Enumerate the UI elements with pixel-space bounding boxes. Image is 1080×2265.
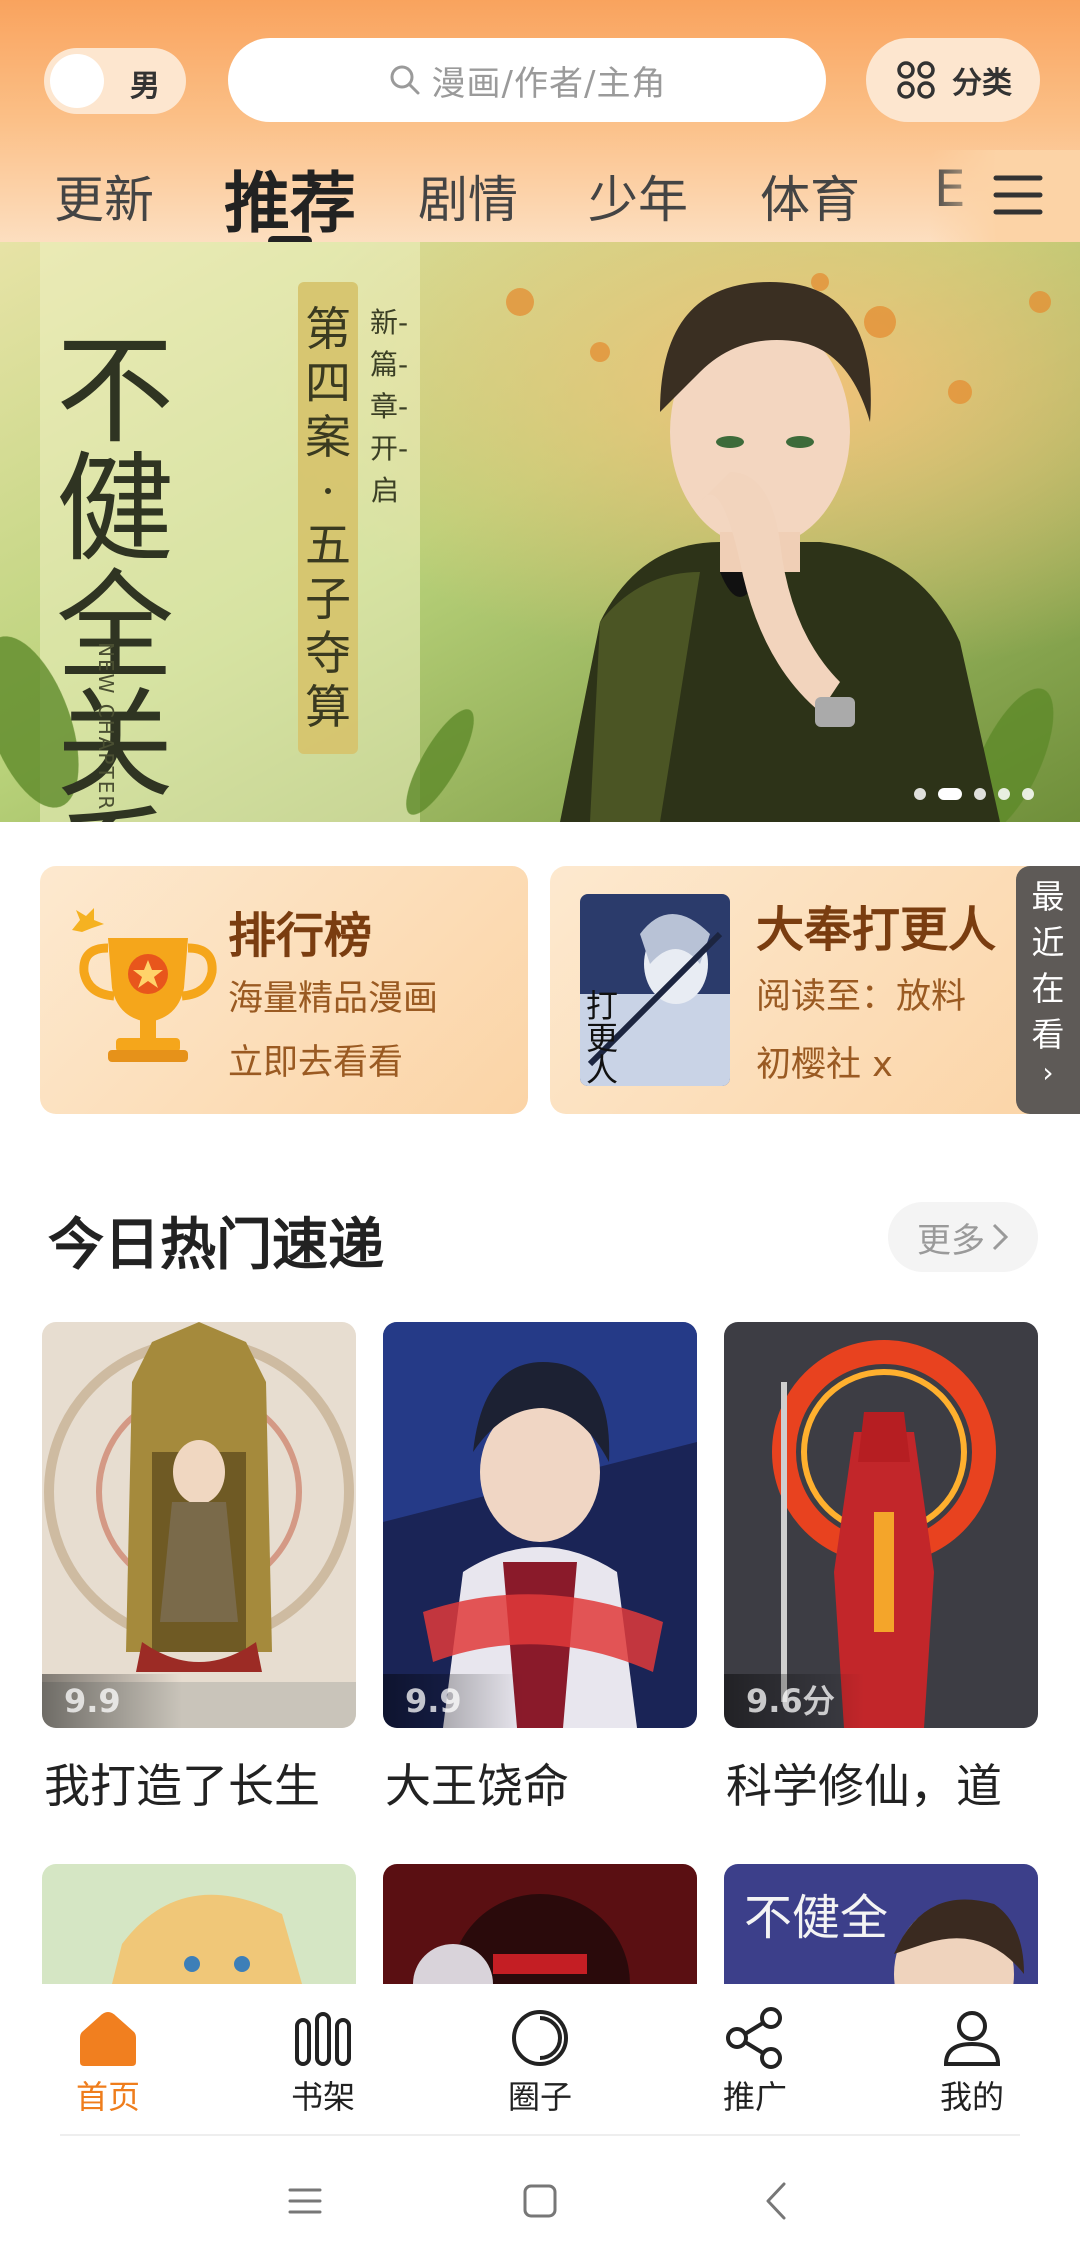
nav-home-label: 首页 [75, 2078, 140, 2116]
banner-title: 不健全关系 [56, 322, 175, 822]
nav-promote-label: 推广 [722, 2078, 787, 2116]
comic-cover: 9.9 [42, 1322, 356, 1728]
recent-tab-char: 在 [1031, 969, 1065, 1008]
hero-banner[interactable]: 不健全关系 第四案·五子夺算 新-篇-章-开-启 NEW CHAPTER [0, 242, 1080, 822]
profile-icon [943, 2011, 1001, 2066]
more-button[interactable]: 更多 [888, 1202, 1038, 1272]
circle-icon [512, 2010, 568, 2066]
section-title: 今日热门速递 [48, 1213, 384, 1278]
chevron-right-icon [992, 1223, 1009, 1251]
search-input[interactable]: 漫画/作者/主角 [228, 38, 826, 122]
home-button-icon[interactable] [515, 2176, 565, 2226]
bookshelf-icon [295, 2012, 351, 2066]
nav-home[interactable]: 首页 [33, 2006, 183, 2118]
banner-english: NEW CHAPTER [94, 642, 118, 812]
category-button[interactable]: 分类 [866, 38, 1040, 122]
gender-toggle[interactable]: 男 [44, 48, 186, 114]
tab-shonen[interactable]: 少年 [588, 160, 688, 232]
back-icon[interactable] [752, 2176, 802, 2226]
more-label: 更多 [917, 1220, 985, 1261]
ranking-line2: 立即去看看 [228, 1043, 404, 1083]
nav-circle-label: 圈子 [507, 2078, 572, 2116]
nav-circle[interactable]: 圈子 [465, 2006, 615, 2118]
trophy-icon [72, 908, 217, 1062]
tab-recommend[interactable]: 推荐 [224, 150, 356, 246]
search-placeholder: 漫画/作者/主角 [431, 63, 667, 104]
nav-profile[interactable]: 我的 [897, 2006, 1047, 2118]
chevron-right-icon: › [1042, 1056, 1054, 1089]
nav-bookshelf-label: 书架 [290, 2078, 355, 2116]
carousel-dot-active[interactable] [938, 788, 962, 800]
recent-title: 大奉打更人 [756, 902, 997, 958]
recent-apps-icon[interactable] [280, 2176, 330, 2226]
category-tabs: 更新 推荐 剧情 少年 体育 E [0, 150, 1080, 250]
nav-profile-label: 我的 [939, 2078, 1004, 2116]
nav-bookshelf[interactable]: 书架 [248, 2006, 398, 2118]
carousel-dot[interactable] [914, 788, 926, 800]
comic-title: 科学修仙，道 [726, 1759, 1002, 1813]
category-label: 分类 [952, 66, 1012, 101]
recent-tab-char: 最 [1031, 877, 1065, 916]
carousel-dot[interactable] [974, 788, 986, 800]
recent-chapter: 初樱社 x [756, 1045, 893, 1085]
comic-cover-partial[interactable]: 不健全 [724, 1864, 1038, 1984]
comic-cover: 9.9 [383, 1322, 697, 1728]
recent-comic-cover: 打更人 [580, 894, 730, 1086]
comic-cover: 9.6分 [724, 1322, 1038, 1728]
comic-score: 9.6分 [724, 1674, 864, 1728]
bottom-navigation: 首页 书架 圈子 推广 我的 [0, 1984, 1080, 2134]
category-grid-icon [897, 61, 935, 99]
comic-title: 大王饶命 [385, 1759, 569, 1813]
ranking-line1: 海量精品漫画 [228, 979, 439, 1019]
comic-score: 9.9 [383, 1674, 523, 1728]
carousel-dot[interactable] [1022, 788, 1034, 800]
banner-subtitle: 第四案·五子夺算 [298, 282, 358, 754]
ranking-title: 排行榜 [228, 908, 373, 964]
comic-cover-partial[interactable] [42, 1864, 356, 1984]
carousel-dots [914, 788, 1034, 800]
recent-read-card[interactable]: 打更人 大奉打更人 阅读至：放料 初樱社 x [550, 866, 1080, 1114]
menu-icon[interactable] [992, 170, 1044, 220]
recent-tab-char: 近 [1031, 923, 1065, 962]
svg-text:不健全: 不健全 [744, 1890, 888, 1946]
ranking-card[interactable]: 排行榜 海量精品漫画 立即去看看 [40, 866, 528, 1114]
gender-label: 男 [130, 69, 160, 104]
recent-reading-tab[interactable]: 最 近 在 看 › [1016, 866, 1080, 1114]
share-icon [726, 2007, 782, 2069]
system-navigation-bar [0, 2136, 1080, 2265]
comic-title: 我打造了长生 [44, 1759, 320, 1813]
nav-promote[interactable]: 推广 [680, 2006, 830, 2118]
toggle-knob [50, 54, 104, 108]
tab-sports[interactable]: 体育 [760, 160, 860, 232]
comic-cover-partial[interactable] [383, 1864, 697, 1984]
recent-tab-char: 看 [1031, 1015, 1065, 1054]
recent-cover-text: 打更人 [586, 987, 619, 1086]
carousel-dot[interactable] [998, 788, 1010, 800]
recent-progress: 阅读至：放料 [756, 977, 967, 1017]
tab-update[interactable]: 更新 [54, 160, 154, 232]
comic-score: 9.9 [42, 1674, 182, 1728]
search-icon [390, 65, 420, 95]
header-bar: 男 漫画/作者/主角 分类 [0, 38, 1080, 126]
home-icon [80, 2012, 136, 2066]
banner-tagline: 新-篇-章-开-启 [370, 306, 409, 507]
tab-story[interactable]: 剧情 [418, 160, 518, 232]
